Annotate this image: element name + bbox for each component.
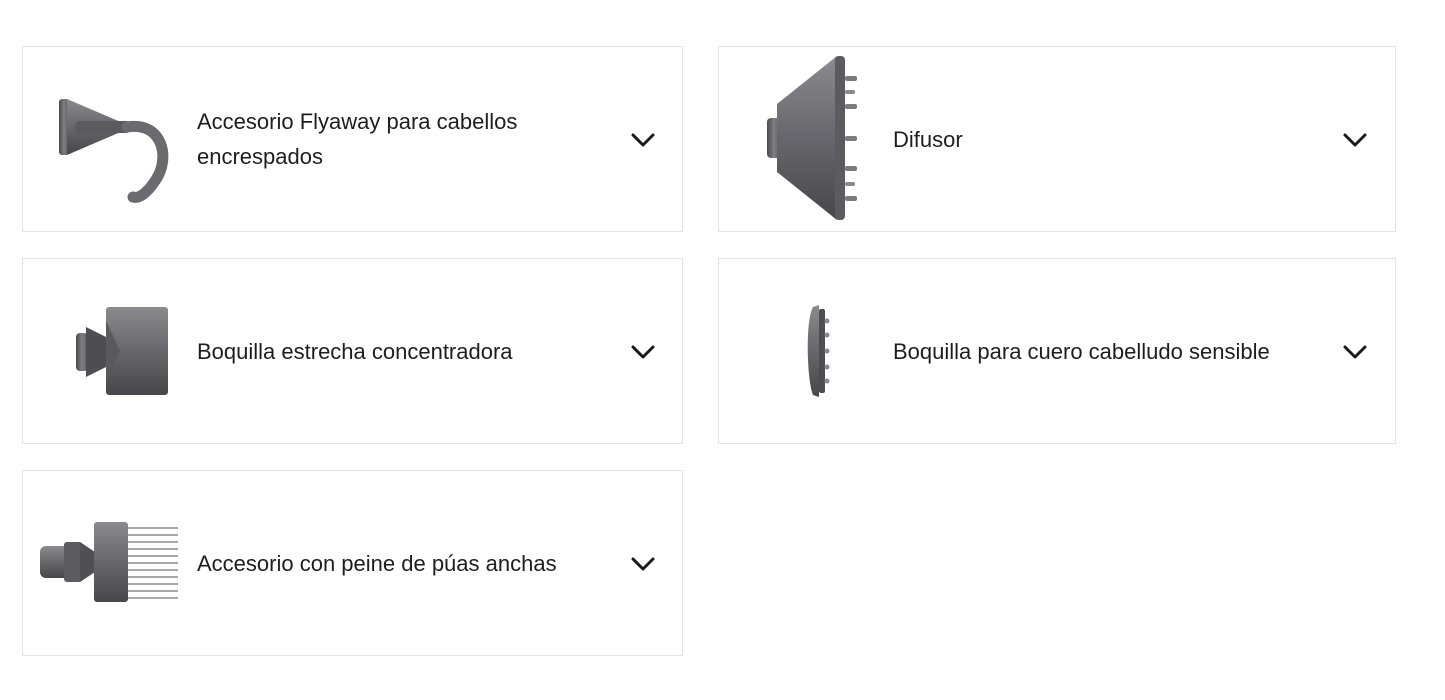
chevron-down-icon[interactable] [1342, 127, 1368, 153]
accessory-card-flyaway[interactable]: Accesorio Flyaway para cabellos encrespa… [22, 46, 683, 232]
accessory-card-gentle-air[interactable]: Boquilla para cuero cabelludo sensible [718, 258, 1396, 444]
concentrator-nozzle-icon [33, 259, 193, 443]
chevron-down-icon[interactable] [630, 339, 656, 365]
chevron-down-icon[interactable] [1342, 339, 1368, 365]
diffuser-icon [739, 47, 899, 231]
accessory-label: Boquilla para cuero cabelludo sensible [893, 338, 1270, 364]
chevron-down-icon[interactable] [630, 127, 656, 153]
accessory-label: Accesorio Flyaway para cabellos encrespa… [197, 109, 518, 169]
accessory-label: Boquilla estrecha concentradora [197, 338, 513, 364]
wide-tooth-comb-icon [33, 471, 193, 655]
chevron-down-icon[interactable] [630, 551, 656, 577]
gentle-air-nozzle-icon [739, 259, 899, 443]
accessory-label: Difusor [893, 126, 963, 152]
accessory-label: Accesorio con peine de púas anchas [197, 550, 557, 576]
flyaway-attachment-icon [33, 47, 193, 231]
accessory-card-concentrator[interactable]: Boquilla estrecha concentradora [22, 258, 683, 444]
accessory-card-diffuser[interactable]: Difusor [718, 46, 1396, 232]
accessory-card-wide-tooth-comb[interactable]: Accesorio con peine de púas anchas [22, 470, 683, 656]
